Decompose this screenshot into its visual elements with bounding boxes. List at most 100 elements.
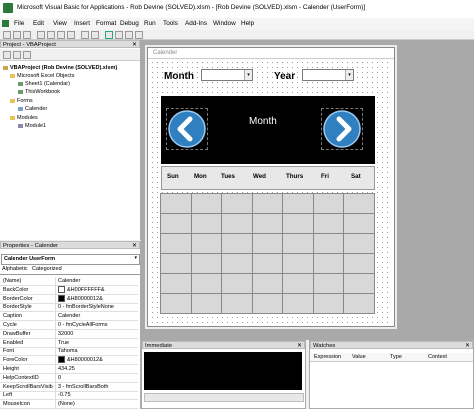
property-row[interactable]: BorderStyle 0 - fmBorderStyleNone [0, 303, 138, 313]
property-row[interactable]: BorderColor &H80000012& [0, 294, 138, 304]
property-row[interactable]: Height 434.25 [0, 365, 138, 374]
menu-view[interactable]: View [53, 20, 67, 27]
prev-month-button[interactable] [166, 108, 208, 150]
day-cell[interactable] [221, 213, 253, 234]
day-cell[interactable] [190, 193, 223, 214]
property-row[interactable]: HelpContextID 0 [0, 374, 138, 383]
property-row[interactable]: BackColor &H00FFFFFF& [0, 285, 138, 295]
day-cell[interactable] [251, 193, 284, 214]
close-icon[interactable]: ✕ [132, 242, 137, 250]
watch-col-context[interactable]: Context [428, 354, 447, 360]
immediate-scrollbar[interactable] [144, 393, 304, 402]
watch-col-value[interactable]: Value [352, 354, 366, 360]
tree-item[interactable]: VBAProject (Rob Devine (SOLVED).xlsm) [3, 65, 117, 71]
day-cell[interactable] [312, 233, 345, 254]
paste-icon[interactable] [57, 31, 65, 39]
day-cell[interactable] [343, 293, 375, 314]
property-value[interactable]: 3 - fmScrollBarsBoth [58, 383, 108, 391]
next-month-button[interactable] [321, 108, 363, 150]
toggle-folders-icon[interactable] [23, 51, 31, 59]
property-row[interactable]: Caption Calender [0, 312, 138, 322]
chevron-down-icon[interactable]: ▾ [244, 70, 252, 80]
day-cell[interactable] [282, 233, 314, 254]
excel-icon[interactable] [2, 20, 9, 27]
day-cell[interactable] [221, 293, 253, 314]
property-value[interactable]: Tahoma [58, 347, 78, 355]
close-icon[interactable]: ✕ [132, 41, 137, 49]
property-row[interactable]: ForeColor &H80000012& [0, 356, 138, 366]
day-cell[interactable] [312, 273, 345, 294]
day-cell[interactable] [312, 253, 345, 274]
immediate-input[interactable] [144, 352, 302, 390]
day-cell[interactable] [251, 273, 284, 294]
menu-addins[interactable]: Add-Ins [185, 20, 207, 27]
menu-tools[interactable]: Tools [163, 20, 178, 27]
chevron-down-icon[interactable]: ▾ [345, 70, 353, 80]
property-row[interactable]: Cycle 0 - fmCycleAllForms [0, 321, 138, 330]
property-value[interactable]: Calender [58, 312, 80, 320]
menu-help[interactable]: Help [241, 20, 254, 27]
day-cell[interactable] [221, 233, 253, 254]
undo-icon[interactable] [81, 31, 89, 39]
day-cell[interactable] [251, 253, 284, 274]
day-cell[interactable] [190, 253, 223, 274]
day-cell[interactable] [282, 193, 314, 214]
property-row[interactable]: Font Tahoma [0, 347, 138, 357]
property-value[interactable]: 0 - fmBorderStyleNone [58, 303, 114, 311]
tree-item[interactable]: ThisWorkbook [18, 89, 60, 95]
day-cell[interactable] [282, 253, 314, 274]
day-cell[interactable] [343, 253, 375, 274]
find-icon[interactable] [67, 31, 75, 39]
copy-icon[interactable] [47, 31, 55, 39]
tree-item[interactable]: Forms [10, 98, 33, 104]
day-cell[interactable] [160, 193, 192, 214]
month-combobox[interactable]: ▾ [201, 69, 253, 81]
day-cell[interactable] [221, 273, 253, 294]
day-cell[interactable] [312, 293, 345, 314]
property-row[interactable]: MouseIcon (None) [0, 400, 138, 409]
property-row[interactable]: Left -0.75 [0, 391, 138, 401]
save-icon[interactable] [23, 31, 31, 39]
day-cell[interactable] [190, 213, 223, 234]
view-object-icon[interactable] [13, 51, 21, 59]
tab-alphabetic[interactable]: Alphabetic [2, 266, 28, 272]
tree-item[interactable]: Module1 [18, 123, 46, 129]
day-cell[interactable] [221, 193, 253, 214]
menu-insert[interactable]: Insert [74, 20, 90, 27]
view-excel-icon[interactable] [3, 31, 11, 39]
menu-format[interactable]: Format [96, 20, 116, 27]
cut-icon[interactable] [37, 31, 45, 39]
property-row[interactable]: DrawBuffer 32000 [0, 330, 138, 339]
day-cell[interactable] [190, 273, 223, 294]
day-cell[interactable] [160, 233, 192, 254]
menu-file[interactable]: File [14, 20, 24, 27]
property-row[interactable]: (Name) Calender [0, 277, 138, 286]
day-cell[interactable] [251, 213, 284, 234]
tree-item[interactable]: Modules [10, 115, 38, 121]
menu-run[interactable]: Run [144, 20, 156, 27]
property-value[interactable]: 32000 [58, 330, 73, 338]
day-cell[interactable] [190, 233, 223, 254]
day-cell[interactable] [160, 293, 192, 314]
day-cell[interactable] [343, 213, 375, 234]
tree-item[interactable]: Calender [18, 106, 47, 112]
view-code-icon[interactable] [3, 51, 11, 59]
day-cell[interactable] [160, 253, 192, 274]
menu-debug[interactable]: Debug [120, 20, 139, 27]
property-row[interactable]: Enabled True [0, 339, 138, 348]
property-value[interactable]: &H80000012& [58, 294, 103, 303]
day-cell[interactable] [282, 273, 314, 294]
day-cell[interactable] [343, 193, 375, 214]
watch-col-type[interactable]: Type [390, 354, 402, 360]
day-cell[interactable] [282, 213, 314, 234]
day-cell[interactable] [221, 253, 253, 274]
day-cell[interactable] [312, 193, 345, 214]
property-value[interactable]: 434.25 [58, 365, 75, 373]
day-cell[interactable] [343, 273, 375, 294]
menu-window[interactable]: Window [213, 20, 236, 27]
day-cell[interactable] [160, 273, 192, 294]
tree-item[interactable]: Microsoft Excel Objects [10, 73, 74, 79]
insert-icon[interactable] [13, 31, 21, 39]
reset-icon[interactable] [125, 31, 133, 39]
property-row[interactable]: KeepScrollBarsVisible 3 - fmScrollBarsBot… [0, 383, 138, 392]
